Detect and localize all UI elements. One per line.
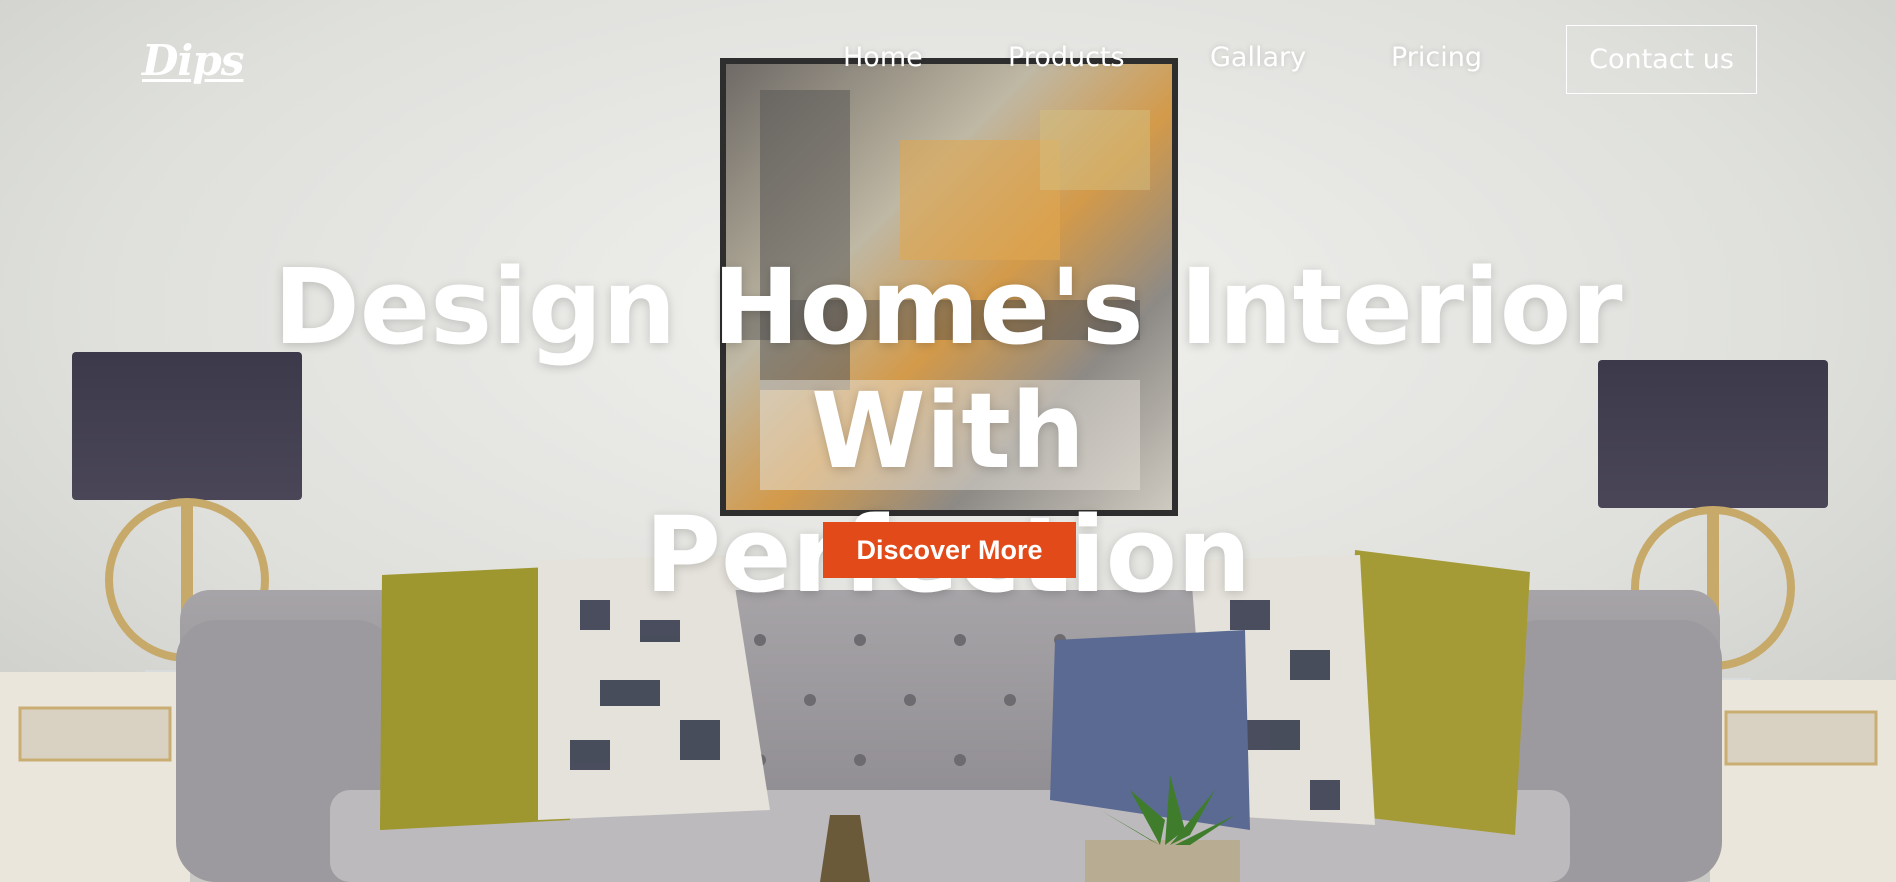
discover-more-button[interactable]: Discover More bbox=[823, 522, 1076, 578]
top-navigation: Dips Home Products Gallary Pricing Conta… bbox=[0, 0, 1896, 120]
contact-us-button[interactable]: Contact us bbox=[1566, 25, 1757, 94]
nav-link-home[interactable]: Home bbox=[843, 42, 923, 73]
nav-link-gallary[interactable]: Gallary bbox=[1210, 42, 1306, 73]
nav-link-pricing[interactable]: Pricing bbox=[1391, 42, 1482, 73]
hero-headline-line-1: Design Home's Interior With bbox=[273, 246, 1623, 492]
hero-section: Dips Home Products Gallary Pricing Conta… bbox=[0, 0, 1896, 882]
nav-link-products[interactable]: Products bbox=[1008, 42, 1125, 73]
brand-logo[interactable]: Dips bbox=[142, 36, 244, 85]
